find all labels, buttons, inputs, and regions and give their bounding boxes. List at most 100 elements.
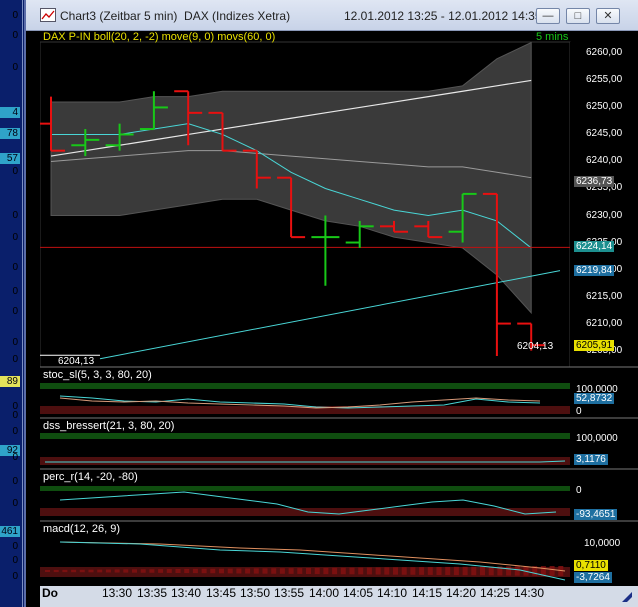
left-value-11: 0 [12,306,18,317]
perc-upper-band [40,486,570,491]
macd-histogram-bar [114,569,120,573]
chart-area[interactable]: DAX P-IN boll(20, 2, -2) move(9, 0) movs… [40,30,638,607]
macd-histogram-bar [253,568,259,574]
left-value-14: 89 [0,376,20,387]
left-value-2: 0 [12,62,18,73]
macd-histogram-bar [314,567,320,575]
title-bar[interactable]: Chart3 (Zeitbar 5 min) DAX (Indizes Xetr… [26,0,638,31]
chart-icon [40,8,56,22]
left-value-13: 0 [12,354,18,365]
main-panel-header: DAX P-IN boll(20, 2, -2) move(9, 0) movs… [43,31,276,43]
perc-value: -93,4651 [574,509,618,520]
macd-histogram-bar [427,567,433,575]
tag-price-line: 6224,14 [574,241,615,252]
dss-overbought-band [40,433,570,439]
macd-histogram-bar [288,568,294,574]
y-tick-label: 6215,00 [586,290,623,302]
y-tick-label: 6210,00 [586,317,623,329]
macd-histogram-bar [105,569,111,573]
low-label-left: 6204,13 [58,356,95,367]
x-tick-label: 14:20 [446,586,477,600]
macd-histogram-bar [140,569,146,573]
window-date-range: 12.01.2012 13:25 - 12.01.2012 14:35 [344,9,542,23]
perc-tick: 0 [576,485,582,496]
macd-histogram-bar [480,566,485,576]
left-value-7: 0 [12,210,18,221]
macd-histogram-bar [306,568,311,574]
left-value-23: 0 [12,541,18,552]
macd-histogram-bar [506,566,512,576]
macd-histogram-bar [192,568,198,574]
macd-histogram-bar [166,569,172,573]
stoch-overbought-band [40,383,570,389]
x-tick-label: 14:15 [412,586,443,600]
left-value-1: 0 [12,30,18,41]
left-value-20: 0 [12,476,18,487]
macd-histogram-bar [45,570,50,572]
x-tick-label: 13:30 [102,586,133,600]
y-tick-label: 6260,00 [586,47,623,59]
macd-histogram-bar [401,567,407,575]
left-value-16: 0 [12,410,18,421]
macd-value-2: -3,7264 [574,572,612,583]
left-value-21: 0 [12,498,18,509]
stoch-value: 52,8732 [574,393,615,404]
macd-header: macd(12, 26, 9) [43,523,121,535]
y-tick-label: 6240,00 [586,155,623,167]
left-value-24: 0 [12,555,18,566]
macd-histogram-bar [279,568,285,574]
x-tick-label: 14:30 [514,586,545,600]
macd-histogram-bar [419,567,425,575]
dss-header: dss_bressert(21, 3, 80, 20) [43,420,175,432]
macd-histogram-bar [227,568,233,574]
macd-tick: 10,0000 [584,538,621,549]
left-value-17: 0 [12,426,18,437]
left-value-0: 0 [12,10,18,21]
price-chart[interactable] [40,30,638,586]
maximize-button[interactable]: □ [566,8,590,24]
left-value-5: 0 [12,166,18,177]
left-value-12: 0 [12,337,18,348]
macd-histogram-bar [349,567,355,575]
macd-histogram-bar [201,568,207,574]
left-value-19: 0 [12,452,18,463]
macd-histogram-bar [132,569,137,573]
x-tick-label: 13:50 [240,586,271,600]
y-tick-label: 6250,00 [586,101,623,113]
left-value-9: 0 [12,262,18,273]
macd-histogram-bar [410,567,416,575]
macd-histogram-bar [62,569,68,573]
close-button[interactable]: ✕ [596,8,620,24]
macd-histogram-bar [340,567,346,575]
day-label: Do [42,586,58,600]
macd-histogram-bar [436,567,442,575]
left-value-10: 0 [12,286,18,297]
stoch-header: stoc_sl(5, 3, 3, 80, 20) [43,369,152,381]
x-tick-label: 13:55 [274,586,305,600]
macd-histogram-bar [488,566,494,576]
macd-histogram-bar [88,569,94,573]
macd-histogram-bar [149,569,155,573]
y-tick-label: 6255,00 [586,74,623,86]
macd-histogram-bar [297,568,303,574]
x-tick-label: 14:00 [309,586,340,600]
scroll-arrow-icon[interactable] [620,590,634,604]
tag-lower-line: 6219,84 [574,265,615,276]
left-value-22: 461 [0,526,20,537]
macd-histogram-bar [332,567,338,575]
left-value-8: 0 [12,232,18,243]
macd-histogram-bar [158,569,164,573]
x-tick-label: 14:05 [343,586,374,600]
dss-tick: 100,0000 [576,433,618,444]
macd-histogram-bar [175,569,181,573]
left-value-strip: 0 0 0 4 78 0 57 0 0 0 0 0 0 0 89 0 0 0 92 0 0 0 461 0 0 0 [0,0,23,607]
interval-label: 5 mins [536,31,569,43]
tag-upper-band: 6236,73 [574,176,615,187]
dss-value: 3,1176 [574,454,608,465]
perc-lower-band [40,508,570,516]
macd-histogram-bar [219,568,224,574]
minimize-button[interactable]: — [536,8,560,24]
chart-window: Chart3 (Zeitbar 5 min) DAX (Indizes Xetr… [24,0,638,607]
macd-histogram-bar [453,566,459,576]
macd-histogram-bar [549,566,555,576]
